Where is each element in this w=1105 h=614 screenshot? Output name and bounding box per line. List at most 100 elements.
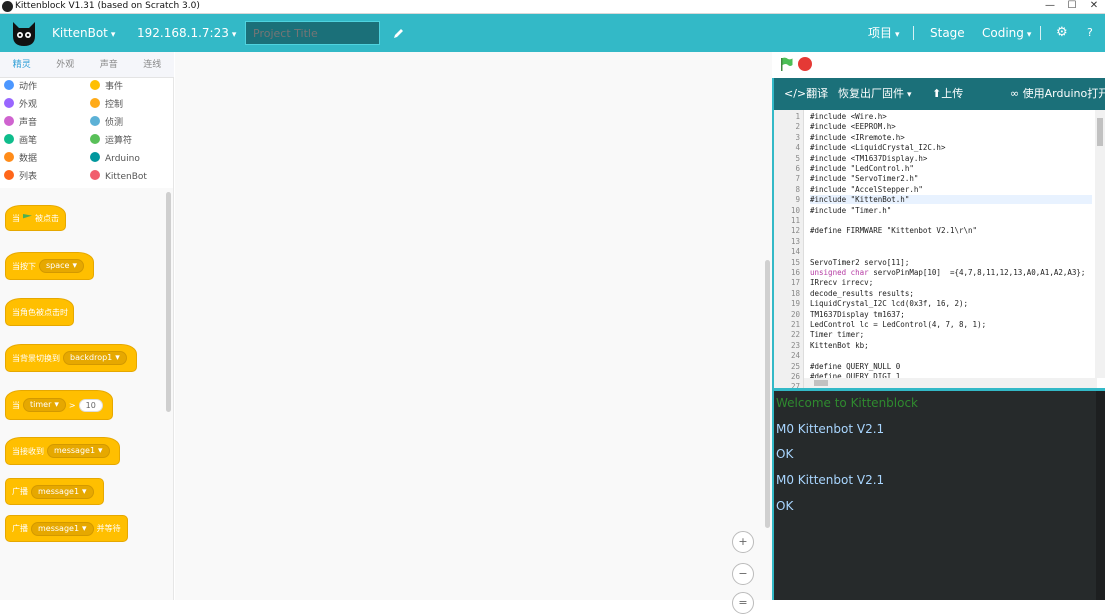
message-dropdown[interactable]: message1 bbox=[31, 484, 94, 499]
stop-icon[interactable] bbox=[798, 57, 812, 71]
category-kittenbot[interactable]: KittenBot bbox=[90, 168, 147, 186]
script-workspace[interactable] bbox=[175, 52, 772, 600]
category-dot bbox=[4, 116, 14, 126]
line-number: 1 bbox=[795, 112, 800, 121]
block-broadcast[interactable]: 广播 message1 bbox=[5, 478, 104, 505]
block-when-flag-clicked[interactable]: 当被点击 bbox=[5, 205, 66, 231]
tab-connect[interactable]: 连线 bbox=[131, 52, 175, 77]
tab-sprites[interactable]: 精灵 bbox=[0, 52, 44, 77]
line-number: 15 bbox=[790, 257, 800, 267]
editor-vertical-scrollbar[interactable] bbox=[1095, 110, 1105, 378]
maximize-button[interactable]: ☐ bbox=[1061, 0, 1083, 13]
stage-menu[interactable]: Stage bbox=[930, 14, 965, 52]
category-arduino[interactable]: Arduino bbox=[90, 150, 140, 168]
category-dot bbox=[4, 170, 14, 180]
code-line: TM1637Display tm1637; bbox=[810, 309, 905, 319]
sensor-dropdown[interactable]: timer bbox=[23, 398, 66, 412]
category-sensing[interactable]: 侦测 bbox=[90, 114, 123, 132]
code-line: decode_results results; bbox=[810, 288, 914, 298]
zoom-in-button[interactable]: + bbox=[732, 531, 754, 553]
category-list[interactable]: 列表 bbox=[4, 168, 37, 186]
key-dropdown[interactable]: space bbox=[39, 259, 84, 273]
code-line: KittenBot kb; bbox=[810, 340, 869, 350]
code-editor[interactable]: 1 #include <Wire.h> 2 #include <EEPROM.h> 3 #… bbox=[772, 110, 1105, 388]
line-number: 18 bbox=[790, 288, 800, 298]
window-title: Kittenblock V1.31 (based on Scratch 3.0) bbox=[15, 1, 200, 11]
category-control[interactable]: 控制 bbox=[90, 96, 123, 114]
help-icon[interactable]: ? bbox=[1087, 14, 1093, 52]
code-line: unsigned char servoPinMap[10] ={4,7,8,11… bbox=[810, 268, 1086, 277]
code-line: #include <Wire.h> bbox=[810, 112, 887, 121]
open-with-arduino-button[interactable]: ∞ 使用Arduino打开 bbox=[1010, 78, 1105, 110]
category-dot bbox=[90, 152, 100, 162]
stage-controls bbox=[772, 52, 1105, 78]
edit-pencil-icon[interactable] bbox=[393, 27, 405, 39]
console-scrollbar[interactable] bbox=[1096, 391, 1105, 600]
category-pen[interactable]: 画笔 bbox=[4, 132, 37, 150]
tab-sounds[interactable]: 声音 bbox=[87, 52, 131, 77]
code-line: #define QUERY_NULL 0 bbox=[810, 361, 901, 371]
close-button[interactable]: ✕ bbox=[1083, 0, 1105, 13]
code-line: #include "Timer.h" bbox=[810, 205, 892, 215]
block-when-key-pressed[interactable]: 当按下 space bbox=[5, 252, 94, 280]
category-dot bbox=[90, 80, 100, 90]
workspace-scrollbar[interactable] bbox=[765, 260, 770, 528]
project-title-input[interactable] bbox=[245, 21, 380, 45]
brand-menu[interactable]: KittenBot bbox=[52, 14, 115, 52]
line-number: 10 bbox=[790, 205, 800, 215]
compile-button[interactable]: </>翻译 bbox=[784, 78, 828, 110]
category-looks[interactable]: 外观 bbox=[4, 96, 37, 114]
line-number: 19 bbox=[790, 299, 800, 309]
code-line: #include <LiquidCrystal_I2C.h> bbox=[810, 143, 946, 153]
line-number: 16 bbox=[790, 268, 800, 277]
category-sound[interactable]: 声音 bbox=[4, 114, 37, 132]
window-titlebar: Kittenblock V1.31 (based on Scratch 3.0)… bbox=[0, 0, 1105, 14]
console-line: OK bbox=[776, 498, 794, 513]
editor-horizontal-scrollbar[interactable] bbox=[804, 378, 1097, 388]
green-flag-icon[interactable] bbox=[780, 57, 793, 71]
upload-button[interactable]: ⬆上传 bbox=[932, 78, 963, 110]
category-operators[interactable]: 运算符 bbox=[90, 132, 132, 150]
category-events[interactable]: 事件 bbox=[90, 78, 123, 96]
category-data[interactable]: 数据 bbox=[4, 150, 37, 168]
editor-tabs: 精灵 外观 声音 连线 bbox=[0, 52, 174, 78]
code-line: Timer timer; bbox=[810, 330, 865, 340]
block-when-sprite-clicked[interactable]: 当角色被点击时 bbox=[5, 298, 74, 326]
code-line: #include "ServoTimer2.h" bbox=[810, 174, 919, 184]
category-motion[interactable]: 动作 bbox=[4, 78, 37, 96]
timer-value-input[interactable]: 10 bbox=[78, 398, 103, 412]
code-line: LiquidCrystal_I2C lcd(0x3f, 16, 2); bbox=[810, 299, 969, 309]
category-dot bbox=[4, 152, 14, 162]
line-number: 2 bbox=[795, 122, 800, 132]
coding-menu[interactable]: Coding bbox=[982, 14, 1031, 52]
zoom-out-button[interactable]: − bbox=[732, 563, 754, 585]
line-number: 23 bbox=[790, 340, 800, 350]
minimize-button[interactable]: — bbox=[1039, 0, 1061, 13]
project-menu[interactable]: 项目 bbox=[868, 14, 900, 52]
restore-firmware-button[interactable]: 恢复出厂固件 bbox=[838, 78, 912, 111]
kittenbot-logo-icon[interactable] bbox=[10, 18, 38, 48]
code-line: #define FIRMWARE "Kittenbot V2.1\r\n" bbox=[810, 226, 978, 236]
app-icon bbox=[2, 1, 13, 12]
tab-looks[interactable]: 外观 bbox=[44, 52, 88, 77]
category-dot bbox=[4, 134, 14, 144]
palette-scrollbar[interactable] bbox=[166, 192, 171, 412]
line-number: 14 bbox=[790, 247, 800, 257]
code-line: IRrecv irrecv; bbox=[810, 278, 874, 288]
connection-menu[interactable]: 192.168.1.7:23 bbox=[137, 14, 236, 52]
code-line: #include "LedControl.h" bbox=[810, 164, 914, 173]
category-dot bbox=[90, 134, 100, 144]
backdrop-dropdown[interactable]: backdrop1 bbox=[63, 351, 127, 365]
line-number: 6 bbox=[795, 164, 800, 173]
code-line: #include "AccelStepper.h" bbox=[810, 184, 923, 194]
zoom-reset-button[interactable]: = bbox=[732, 592, 754, 614]
block-broadcast-and-wait[interactable]: 广播message1并等待 bbox=[5, 515, 128, 542]
green-flag-icon bbox=[23, 214, 32, 219]
settings-gear-icon[interactable]: ⚙ bbox=[1056, 14, 1068, 52]
block-when-timer-greater[interactable]: 当timer>10 bbox=[5, 390, 113, 420]
block-when-receive[interactable]: 当接收到 message1 bbox=[5, 437, 120, 465]
message-dropdown[interactable]: message1 bbox=[31, 521, 94, 536]
block-when-backdrop-switches[interactable]: 当背景切换到 backdrop1 bbox=[5, 344, 137, 372]
category-dot bbox=[90, 170, 100, 180]
message-dropdown[interactable]: message1 bbox=[47, 444, 110, 458]
